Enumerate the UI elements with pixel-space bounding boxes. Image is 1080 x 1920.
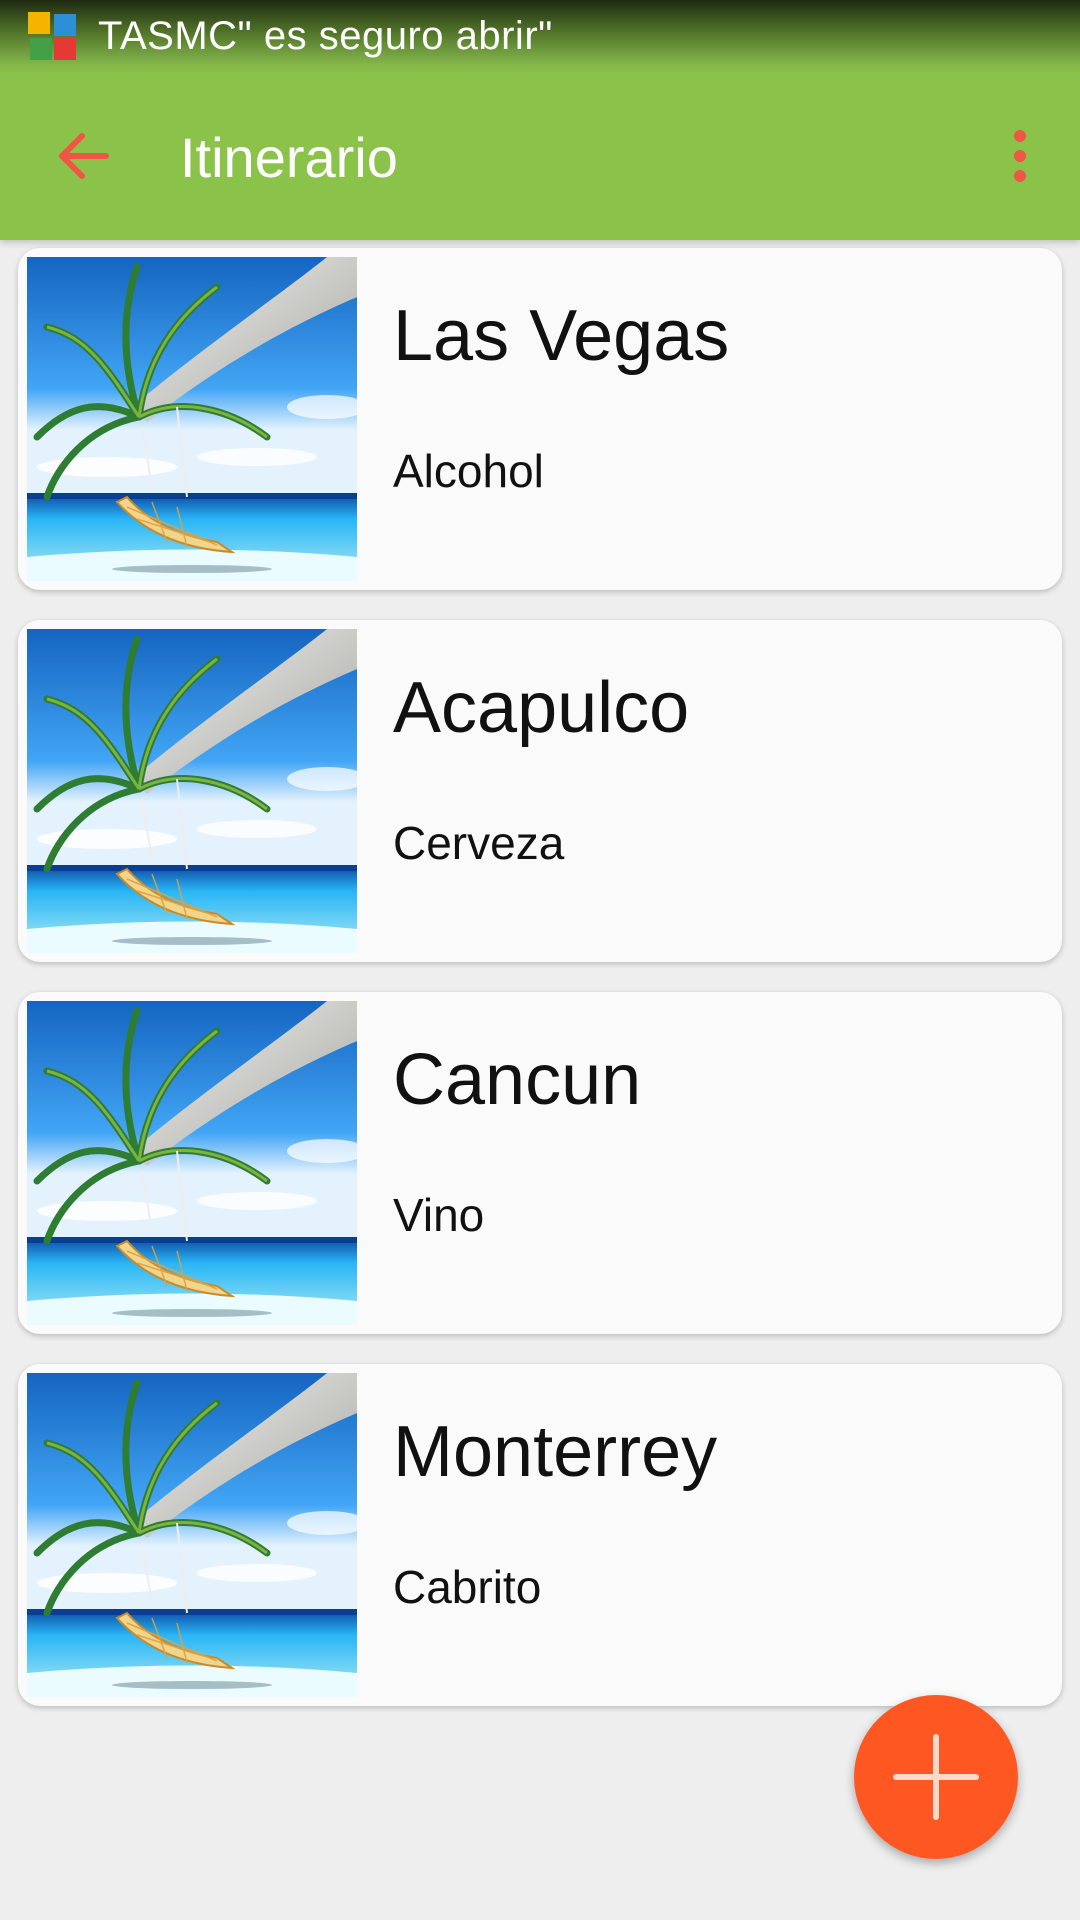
beach-palm-hammock-image <box>27 1001 357 1325</box>
card-title: Monterrey <box>393 1412 718 1492</box>
status-bar: TASMC" es seguro abrir" <box>0 0 1080 72</box>
itinerary-card[interactable]: Monterrey Cabrito <box>18 1364 1062 1706</box>
add-itinerary-button[interactable] <box>854 1695 1018 1859</box>
card-subtitle: Alcohol <box>393 445 544 497</box>
card-title: Cancun <box>393 1040 642 1120</box>
card-subtitle: Cerveza <box>393 817 565 869</box>
card-title: Acapulco <box>393 668 690 748</box>
itinerary-card[interactable]: Las Vegas Alcohol <box>18 248 1062 590</box>
card-subtitle: Cabrito <box>393 1561 542 1613</box>
beach-palm-hammock-image <box>27 1373 357 1697</box>
itinerary-card[interactable]: Acapulco Cerveza <box>18 620 1062 962</box>
beach-palm-hammock-image <box>27 257 357 581</box>
plus-icon <box>893 1734 979 1820</box>
card-subtitle: Vino <box>393 1189 485 1241</box>
back-button[interactable] <box>40 116 128 196</box>
avg-shield-icon <box>28 12 76 60</box>
app-toolbar: Itinerario <box>0 72 1080 240</box>
overflow-menu-button[interactable] <box>988 116 1052 196</box>
more-vert-icon <box>1014 130 1026 182</box>
itinerary-card[interactable]: Cancun Vino <box>18 992 1062 1334</box>
itinerary-list: Las Vegas Alcohol Acapulco Cerveza Cancu… <box>18 248 1062 1736</box>
beach-palm-hammock-image <box>27 629 357 953</box>
notification-text: TASMC" es seguro abrir" <box>98 13 553 58</box>
page-title: Itinerario <box>180 126 398 189</box>
card-title: Las Vegas <box>393 296 730 376</box>
arrow-back-icon <box>59 133 109 179</box>
